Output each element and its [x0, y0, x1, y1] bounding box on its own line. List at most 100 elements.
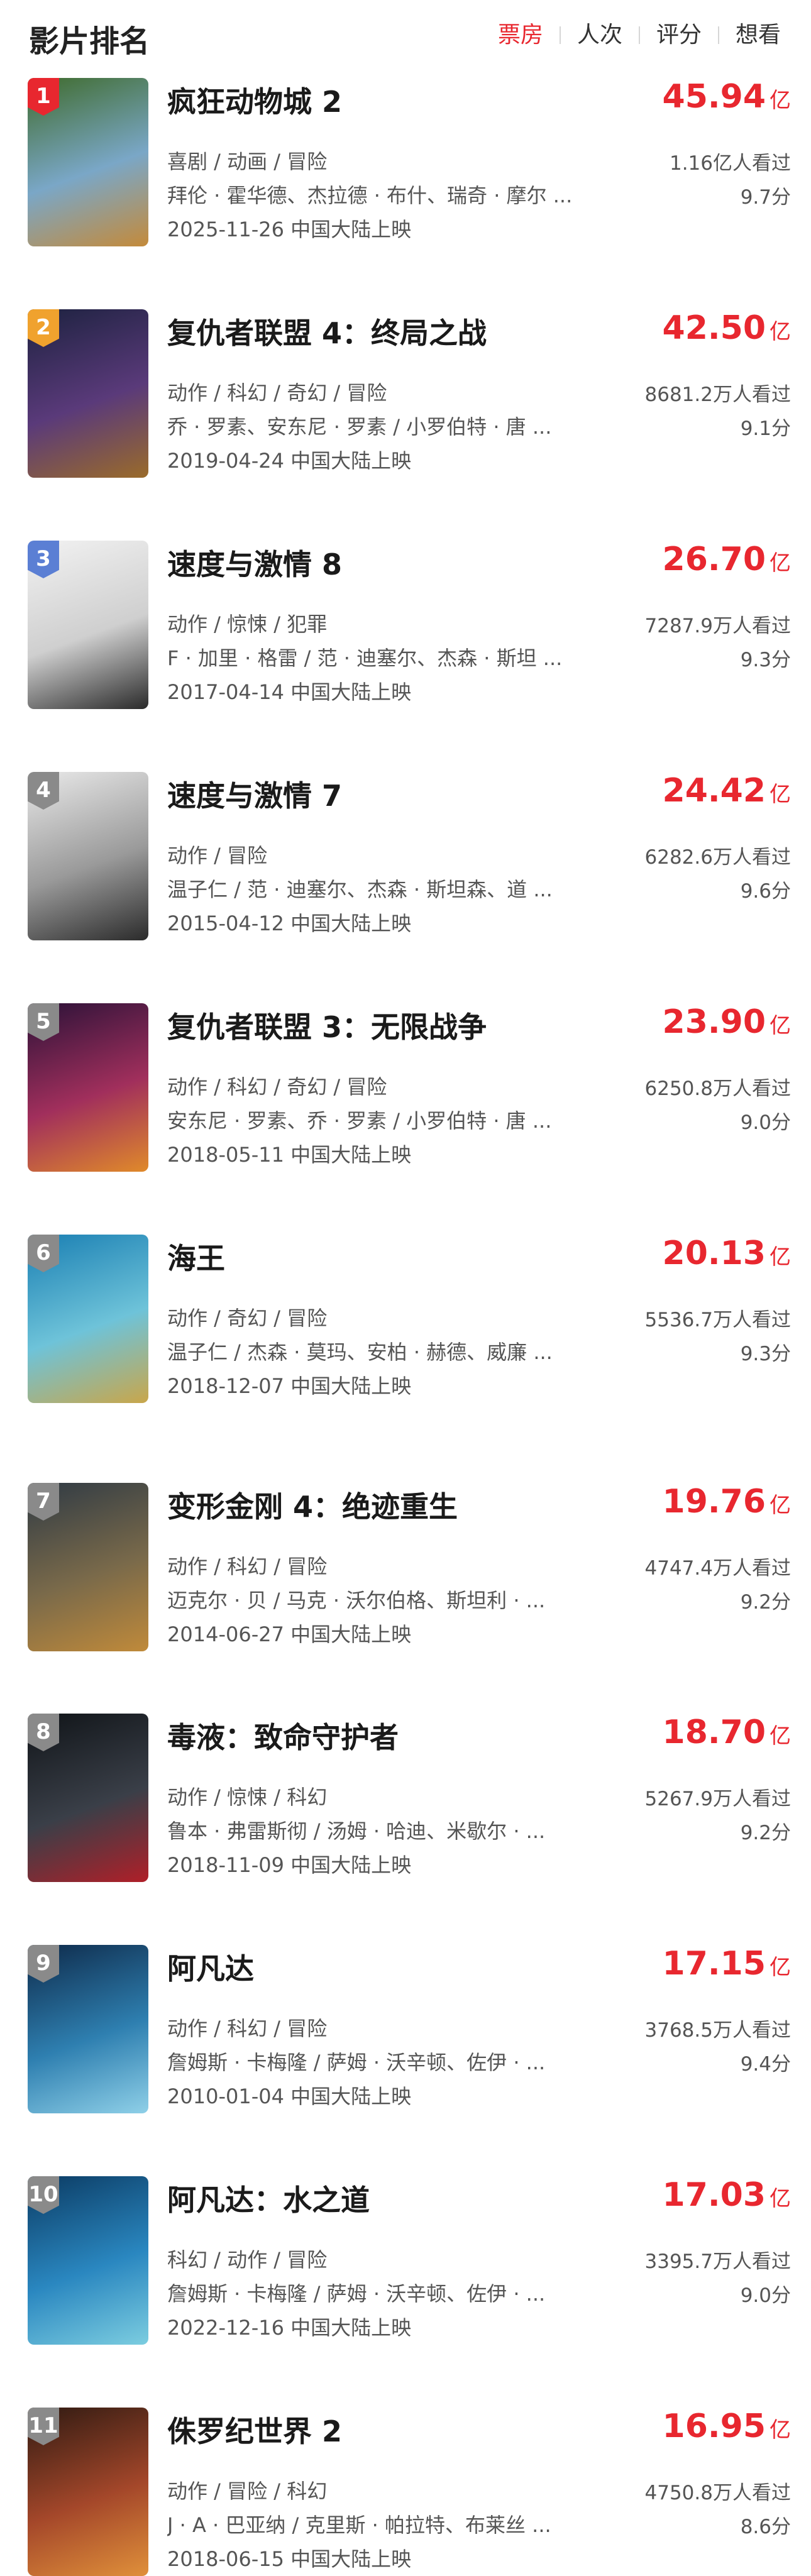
movie-title[interactable]: 复仇者联盟 4：终局之战 — [167, 311, 487, 352]
box-office-unit: 亿 — [770, 2186, 791, 2211]
movie-poster[interactable]: 10 — [28, 2176, 148, 2345]
movie-cast: 安东尼 · 罗素、乔 · 罗素 / 小罗伯特 · 唐 ... — [167, 1109, 552, 1133]
movie-score: 9.1分 — [740, 417, 791, 440]
movie-list-item[interactable]: 3 速度与激情 8 26.70 亿 动作 / 惊悚 / 犯罪 F · 加里 · 格… — [0, 537, 811, 709]
movie-title[interactable]: 海王 — [167, 1236, 225, 1277]
box-office-value: 17.15 — [662, 1945, 766, 1983]
tab-want-to-see[interactable]: 想看 — [728, 19, 788, 52]
movie-release-date: 2015-04-12 中国大陆上映 — [167, 911, 412, 935]
tab-divider — [717, 26, 719, 44]
movie-list-item[interactable]: 1 疯狂动物城 2 45.94 亿 喜剧 / 动画 / 冒险 拜伦 · 霍华德、杰… — [0, 74, 811, 246]
movie-views: 6282.6万人看过 — [644, 846, 791, 869]
movie-poster[interactable]: 5 — [28, 1003, 148, 1172]
movie-release-date: 2022-12-16 中国大陆上映 — [167, 2316, 412, 2340]
movie-score: 9.3分 — [740, 649, 791, 671]
movie-poster[interactable]: 7 — [28, 1483, 148, 1651]
movie-title[interactable]: 速度与激情 8 — [167, 542, 342, 583]
movie-list-item[interactable]: 7 变形金刚 4：绝迹重生 19.76 亿 动作 / 科幻 / 冒险 迈克尔 · … — [0, 1479, 811, 1651]
movie-views: 5267.9万人看过 — [644, 1788, 791, 1810]
movie-poster[interactable]: 2 — [28, 309, 148, 478]
tab-admissions[interactable]: 人次 — [570, 19, 630, 52]
box-office-unit: 亿 — [770, 1013, 791, 1038]
box-office: 20.13 亿 — [663, 1235, 791, 1272]
box-office-value: 19.76 — [662, 1483, 766, 1521]
movie-poster[interactable]: 3 — [28, 541, 148, 709]
movie-genre: 动作 / 科幻 / 冒险 — [167, 1555, 328, 1578]
movie-genre: 动作 / 惊悚 / 犯罪 — [167, 612, 328, 636]
box-office: 45.94 亿 — [663, 78, 791, 116]
movie-views: 8681.2万人看过 — [644, 383, 791, 406]
movie-score: 9.7分 — [740, 186, 791, 209]
movie-cast: 鲁本 · 弗雷斯彻 / 汤姆 · 哈迪、米歇尔 · ... — [167, 1819, 546, 1843]
box-office-value: 45.94 — [662, 78, 766, 116]
movie-title[interactable]: 速度与激情 7 — [167, 773, 342, 815]
box-office: 19.76 亿 — [663, 1483, 791, 1521]
header: 影片排名 票房 人次 评分 想看 — [0, 0, 811, 74]
box-office-value: 23.90 — [662, 1003, 766, 1041]
box-office: 26.70 亿 — [663, 541, 791, 578]
movie-poster[interactable]: 4 — [28, 772, 148, 940]
movie-poster[interactable]: 8 — [28, 1714, 148, 1882]
tab-box-office[interactable]: 票房 — [490, 19, 551, 52]
movie-title[interactable]: 复仇者联盟 3：无限战争 — [167, 1005, 487, 1046]
box-office: 24.42 亿 — [663, 772, 791, 810]
movie-list-item[interactable]: 8 毒液：致命守护者 18.70 亿 动作 / 惊悚 / 科幻 鲁本 · 弗雷斯彻… — [0, 1710, 811, 1882]
movie-list-item[interactable]: 2 复仇者联盟 4：终局之战 42.50 亿 动作 / 科幻 / 奇幻 / 冒险 … — [0, 305, 811, 478]
tab-divider — [559, 26, 561, 44]
box-office-value: 26.70 — [662, 541, 766, 578]
movie-list-item[interactable]: 10 阿凡达：水之道 17.03 亿 科幻 / 动作 / 冒险 詹姆斯 · 卡梅隆… — [0, 2172, 811, 2345]
movie-score: 9.4分 — [740, 2053, 791, 2076]
box-office-value: 17.03 — [662, 2176, 766, 2214]
sort-tabs: 票房 人次 评分 想看 — [490, 19, 788, 52]
movie-release-date: 2010-01-04 中国大陆上映 — [167, 2084, 412, 2108]
movie-score: 8.6分 — [740, 2516, 791, 2538]
box-office-value: 16.95 — [662, 2408, 766, 2445]
movie-views: 7287.9万人看过 — [644, 615, 791, 637]
box-office: 16.95 亿 — [663, 2408, 791, 2445]
movie-genre: 科幻 / 动作 / 冒险 — [167, 2248, 328, 2272]
movie-cast: 迈克尔 · 贝 / 马克 · 沃尔伯格、斯坦利 · ... — [167, 1588, 546, 1612]
box-office: 23.90 亿 — [663, 1003, 791, 1041]
movie-score: 9.6分 — [740, 880, 791, 903]
box-office-unit: 亿 — [770, 88, 791, 113]
movie-views: 3395.7万人看过 — [644, 2250, 791, 2273]
box-office-value: 24.42 — [662, 772, 766, 810]
movie-release-date: 2018-12-07 中国大陆上映 — [167, 1374, 412, 1398]
box-office: 17.15 亿 — [663, 1945, 791, 1983]
movie-list-item[interactable]: 11 侏罗纪世界 2 16.95 亿 动作 / 冒险 / 科幻 J · A · 巴… — [0, 2404, 811, 2576]
movie-release-date: 2014-06-27 中国大陆上映 — [167, 1622, 412, 1646]
movie-poster[interactable]: 9 — [28, 1945, 148, 2113]
tab-rating[interactable]: 评分 — [649, 19, 709, 52]
movie-title[interactable]: 阿凡达 — [167, 1946, 254, 1988]
movie-list-item[interactable]: 6 海王 20.13 亿 动作 / 奇幻 / 冒险 温子仁 / 杰森 · 莫玛、安… — [0, 1231, 811, 1403]
movie-cast: F · 加里 · 格雷 / 范 · 迪塞尔、杰森 · 斯坦 ... — [167, 646, 563, 670]
box-office-value: 42.50 — [662, 309, 766, 347]
movie-title[interactable]: 侏罗纪世界 2 — [167, 2409, 342, 2450]
movie-title[interactable]: 阿凡达：水之道 — [167, 2177, 370, 2219]
movie-cast: J · A · 巴亚纳 / 克里斯 · 帕拉特、布莱丝 ... — [167, 2513, 551, 2537]
movie-poster[interactable]: 6 — [28, 1235, 148, 1403]
movie-cast: 乔 · 罗素、安东尼 · 罗素 / 小罗伯特 · 唐 ... — [167, 415, 552, 439]
movie-release-date: 2018-05-11 中国大陆上映 — [167, 1143, 412, 1167]
movie-poster[interactable]: 1 — [28, 78, 148, 246]
movie-poster[interactable]: 11 — [28, 2408, 148, 2576]
movie-genre: 动作 / 冒险 — [167, 844, 268, 867]
movie-release-date: 2019-04-24 中国大陆上映 — [167, 449, 412, 473]
movie-genre: 动作 / 科幻 / 奇幻 / 冒险 — [167, 381, 387, 405]
movie-list-item[interactable]: 9 阿凡达 17.15 亿 动作 / 科幻 / 冒险 詹姆斯 · 卡梅隆 / 萨姆… — [0, 1941, 811, 2113]
movie-cast: 詹姆斯 · 卡梅隆 / 萨姆 · 沃辛顿、佐伊 · ... — [167, 2050, 546, 2074]
box-office-value: 18.70 — [662, 1714, 766, 1751]
movie-score: 9.2分 — [740, 1591, 791, 1614]
movie-title[interactable]: 疯狂动物城 2 — [167, 79, 342, 121]
movie-cast: 詹姆斯 · 卡梅隆 / 萨姆 · 沃辛顿、佐伊 · ... — [167, 2282, 546, 2306]
box-office: 17.03 亿 — [663, 2176, 791, 2214]
box-office-unit: 亿 — [770, 551, 791, 576]
movie-list-item[interactable]: 5 复仇者联盟 3：无限战争 23.90 亿 动作 / 科幻 / 奇幻 / 冒险 … — [0, 999, 811, 1172]
movie-views: 6250.8万人看过 — [644, 1077, 791, 1100]
movie-title[interactable]: 变形金刚 4：绝迹重生 — [167, 1484, 458, 1526]
movie-title[interactable]: 毒液：致命守护者 — [167, 1715, 399, 1756]
movie-score: 9.3分 — [740, 1343, 791, 1365]
movie-list-item[interactable]: 4 速度与激情 7 24.42 亿 动作 / 冒险 温子仁 / 范 · 迪塞尔、杰… — [0, 768, 811, 940]
movie-cast: 拜伦 · 霍华德、杰拉德 · 布什、瑞奇 · 摩尔 ... — [167, 184, 573, 207]
movie-release-date: 2025-11-26 中国大陆上映 — [167, 217, 412, 241]
